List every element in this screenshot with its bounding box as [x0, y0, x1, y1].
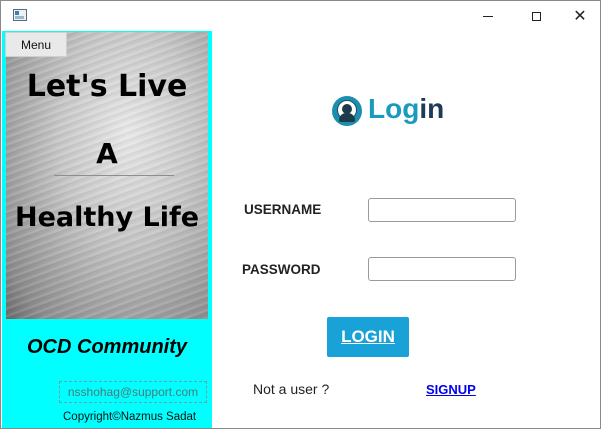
community-title: OCD Community	[27, 336, 187, 358]
app-window-icon	[13, 9, 27, 21]
hero-divider	[54, 175, 174, 176]
close-button[interactable]: ✕	[557, 1, 600, 31]
login-logo: Login	[332, 93, 445, 129]
minimize-button[interactable]	[465, 1, 511, 31]
hero-line-1: Let's Live	[26, 69, 188, 104]
title-bar: ✕	[1, 1, 600, 31]
signup-link[interactable]: SIGNUP	[426, 382, 476, 397]
hero-line-3: Healthy Life	[14, 202, 200, 233]
not-user-text: Not a user ?	[253, 381, 330, 397]
password-label: PASSWORD	[242, 262, 321, 277]
username-label: USERNAME	[244, 202, 322, 217]
left-panel: Let's Live A Healthy Life OCD Community …	[2, 31, 212, 428]
minimize-icon	[483, 15, 493, 17]
password-input[interactable]	[368, 257, 516, 281]
hero-banner: Let's Live A Healthy Life	[6, 32, 208, 319]
login-button[interactable]: LOGIN	[327, 317, 409, 357]
user-avatar-icon	[332, 96, 362, 126]
hero-line-2: A	[96, 137, 118, 170]
support-email[interactable]: nsshohag@support.com	[59, 381, 207, 403]
username-input[interactable]	[368, 198, 516, 222]
login-heading: Login	[368, 93, 445, 124]
login-panel: Login USERNAME PASSWORD LOGIN Not a user…	[212, 31, 600, 428]
menu-button[interactable]: Menu	[5, 32, 67, 57]
maximize-button[interactable]	[513, 1, 559, 31]
app-window: ✕ Let's Live A Healthy Life OCD Communit…	[0, 0, 601, 429]
maximize-icon	[531, 11, 541, 21]
close-icon: ✕	[573, 6, 587, 25]
copyright-text: Copyright©Nazmus Sadat	[63, 411, 197, 423]
